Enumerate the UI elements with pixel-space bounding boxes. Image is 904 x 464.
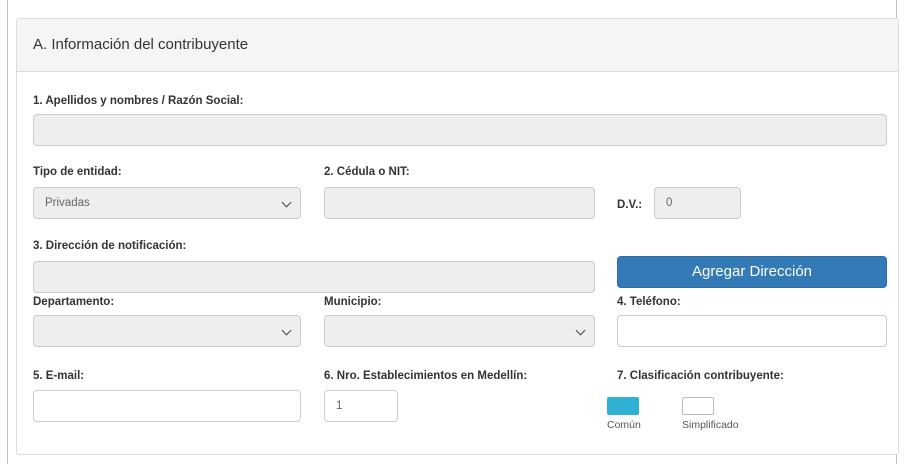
dv-field[interactable]: 0 bbox=[654, 187, 741, 219]
email-label: 5. E-mail: bbox=[33, 370, 85, 382]
direccion-label: 3. Dirección de notificación: bbox=[33, 240, 187, 252]
clasificacion-option-simplificado-label: Simplificado bbox=[682, 419, 739, 431]
tipo-entidad-select[interactable]: Privadas bbox=[33, 187, 301, 219]
razon-social-field[interactable] bbox=[33, 114, 887, 146]
direccion-field[interactable] bbox=[33, 261, 595, 293]
departamento-label: Departamento: bbox=[33, 296, 115, 308]
chevron-down-icon bbox=[575, 325, 586, 336]
chevron-down-icon bbox=[281, 325, 292, 336]
cedula-nit-field[interactable] bbox=[324, 187, 595, 219]
dv-label: D.V.: bbox=[617, 199, 643, 211]
email-field[interactable] bbox=[33, 390, 301, 422]
clasificacion-option-comun-label: Común bbox=[607, 419, 641, 431]
cedula-nit-label: 2. Cédula o NIT: bbox=[324, 166, 410, 178]
telefono-label: 4. Teléfono: bbox=[617, 296, 681, 308]
tipo-entidad-label: Tipo de entidad: bbox=[33, 166, 122, 178]
agregar-direccion-button[interactable]: Agregar Dirección bbox=[617, 256, 887, 288]
nro-establecimientos-value: 1 bbox=[336, 400, 343, 412]
clasificacion-option-simplificado[interactable] bbox=[682, 397, 714, 415]
clasificacion-label: 7. Clasificación contribuyente: bbox=[617, 370, 784, 382]
section-title: A. Información del contribuyente bbox=[33, 36, 249, 53]
razon-social-label: 1. Apellidos y nombres / Razón Social: bbox=[33, 95, 244, 107]
municipio-select[interactable] bbox=[324, 315, 595, 347]
departamento-select[interactable] bbox=[33, 315, 301, 347]
chevron-down-icon bbox=[281, 197, 292, 208]
nro-establecimientos-field[interactable]: 1 bbox=[324, 390, 398, 422]
dv-value: 0 bbox=[666, 197, 673, 209]
panel-header: A. Información del contribuyente bbox=[17, 19, 898, 72]
tipo-entidad-value: Privadas bbox=[45, 197, 90, 209]
clasificacion-option-comun[interactable] bbox=[607, 397, 639, 415]
nro-establecimientos-label: 6. Nro. Establecimientos en Medellín: bbox=[324, 370, 528, 382]
municipio-label: Municipio: bbox=[324, 296, 382, 308]
telefono-field[interactable] bbox=[617, 315, 887, 347]
